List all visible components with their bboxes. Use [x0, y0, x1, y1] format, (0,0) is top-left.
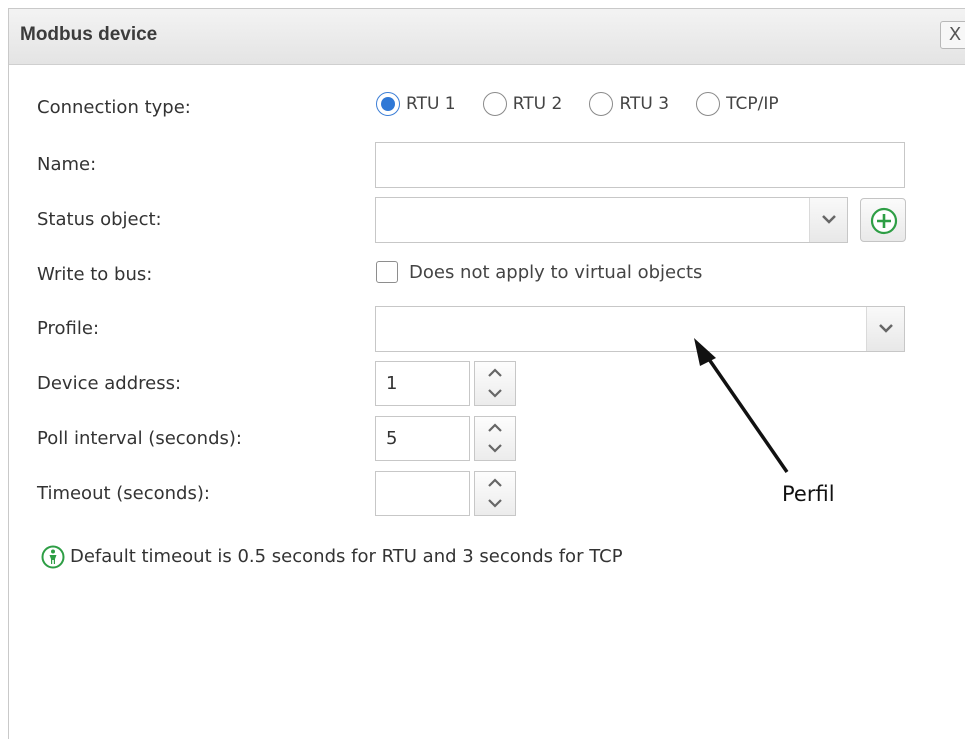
annotation-arrow-icon [694, 338, 789, 473]
annotation-label: Perfil [782, 482, 835, 506]
